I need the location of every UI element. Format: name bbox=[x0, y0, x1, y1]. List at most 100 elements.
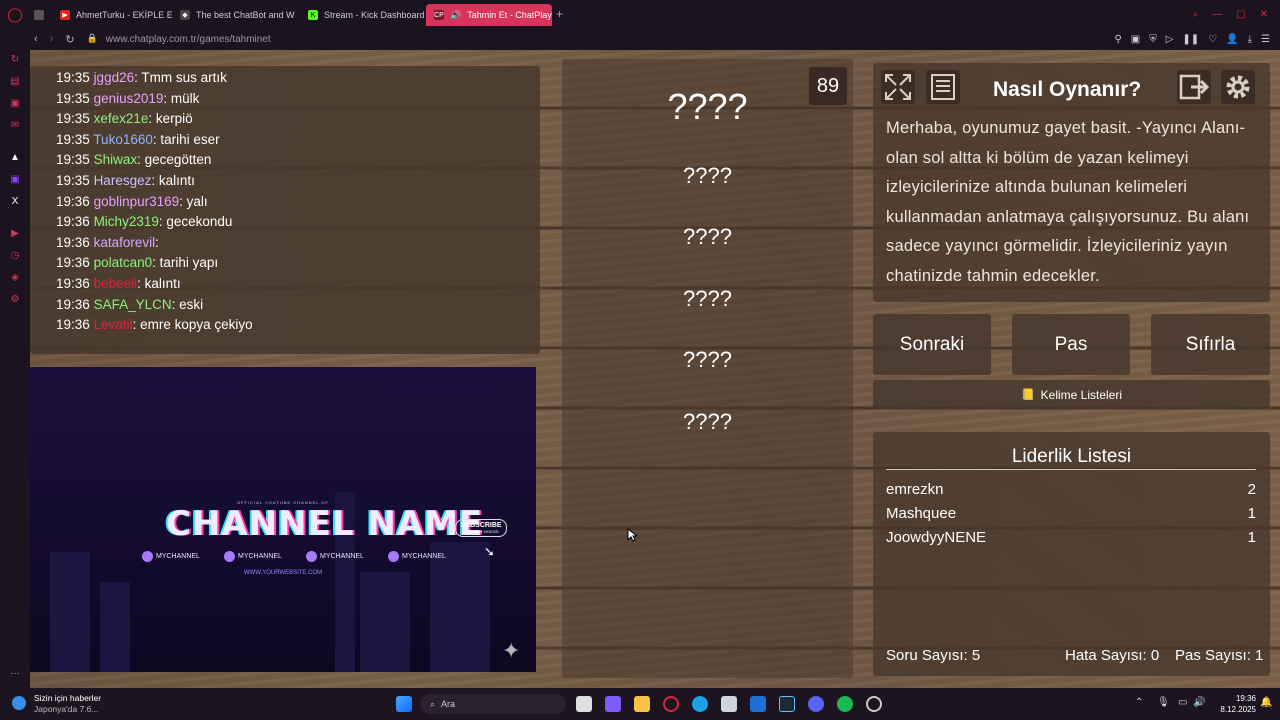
profile-icon[interactable]: 👤 bbox=[1226, 34, 1238, 45]
x-icon[interactable]: X bbox=[9, 196, 21, 208]
word-lists-button[interactable]: 📒 Kelime Listeleri bbox=[873, 380, 1270, 409]
windows-start-icon[interactable] bbox=[396, 696, 412, 712]
exit-button[interactable] bbox=[1177, 70, 1211, 104]
chat-username[interactable]: Shiwax bbox=[94, 152, 138, 167]
steam-icon[interactable] bbox=[779, 696, 795, 712]
task-view-icon[interactable] bbox=[576, 696, 592, 712]
volume-icon[interactable]: 🔊 bbox=[1193, 697, 1205, 708]
player-icon[interactable]: ▶ bbox=[9, 228, 21, 240]
chat-time: 19:36 bbox=[56, 193, 90, 209]
exit-icon bbox=[1179, 74, 1210, 100]
reset-button[interactable]: Sıfırla bbox=[1151, 314, 1270, 375]
fullscreen-icon bbox=[885, 74, 911, 100]
settings-button[interactable] bbox=[1221, 70, 1255, 104]
player-name: Mashquee bbox=[886, 505, 957, 522]
pass-button[interactable]: Pas bbox=[1012, 314, 1130, 375]
chat-username[interactable]: polatcan0 bbox=[94, 255, 153, 270]
heart-icon[interactable]: ♡ bbox=[1208, 34, 1217, 45]
maximize-icon[interactable]: ▢ bbox=[1236, 9, 1245, 20]
twitch-icon[interactable]: ▣ bbox=[9, 174, 21, 186]
discord-icon[interactable] bbox=[808, 696, 824, 712]
news-widget[interactable]: Sizin için haberler Japonya'da 7.6... bbox=[34, 693, 101, 715]
gear-icon bbox=[1226, 75, 1250, 99]
skyline-building bbox=[360, 572, 410, 672]
edge-icon[interactable] bbox=[692, 696, 708, 712]
download-icon[interactable]: ⤓ bbox=[1248, 34, 1252, 45]
extensions-icon[interactable]: ◈ bbox=[9, 272, 21, 284]
close-icon[interactable]: ✕ bbox=[1260, 9, 1268, 20]
chevron-up-icon[interactable]: ⌃ bbox=[1135, 697, 1143, 708]
play-icon[interactable]: ▷ bbox=[1166, 34, 1174, 45]
tab-kick[interactable]: K Stream - Kick Dashboard bbox=[300, 4, 426, 26]
leaderboard-row: JoowdyyNENE 1 bbox=[886, 529, 1256, 546]
back-icon[interactable]: ‹ bbox=[34, 33, 38, 46]
next-button[interactable]: Sonraki bbox=[873, 314, 991, 375]
chat-username[interactable]: genius2019 bbox=[94, 91, 164, 106]
mail-icon[interactable]: ✉ bbox=[9, 120, 21, 132]
copilot-icon[interactable] bbox=[605, 696, 621, 712]
chat-username[interactable]: bebeeli bbox=[94, 276, 138, 291]
tab-youtube[interactable]: ▶ AhmetTurku - EKİPLE ESK bbox=[52, 4, 172, 26]
microphone-icon[interactable]: 🎙 bbox=[1157, 697, 1170, 708]
forward-icon[interactable]: › bbox=[50, 33, 54, 46]
notebook-icon: 📒 bbox=[1020, 389, 1035, 401]
opera-gx-icon[interactable] bbox=[663, 696, 679, 712]
browser-tools: ⚲ ▣ ⛨ ▷ ❚❚ ♡ 👤 ⤓ ☰ bbox=[1114, 34, 1280, 45]
chat-username[interactable]: goblinpur3169 bbox=[94, 194, 180, 209]
streamer-video[interactable]: OFFICIAL YOUTUBE CHANNEL OF CHANNEL NAME… bbox=[30, 367, 536, 672]
messenger-icon[interactable]: ▣ bbox=[9, 98, 21, 110]
chat-username[interactable]: jggd26 bbox=[94, 70, 135, 85]
chat-text: : gecegötten bbox=[137, 152, 212, 168]
opera-logo-icon[interactable]: ◯ bbox=[0, 0, 30, 28]
pin-icon[interactable]: ⚲ bbox=[1114, 34, 1121, 45]
tab-chatplay[interactable]: CP 🔊 Tahmin Et - ChatPlay bbox=[426, 4, 552, 26]
chat-username[interactable]: SAFA_YLCN bbox=[94, 297, 172, 312]
search-icon[interactable]: ⌕ bbox=[1193, 9, 1199, 20]
ai-icon[interactable]: ▲ bbox=[9, 152, 21, 164]
app-icon[interactable] bbox=[866, 696, 882, 712]
clock[interactable]: 19:36 8.12.2025 bbox=[1206, 693, 1256, 715]
question-count: Soru Sayısı: 5 bbox=[886, 647, 981, 664]
menu-icon[interactable]: ☰ bbox=[1261, 34, 1270, 45]
chat-text: : bbox=[155, 234, 159, 250]
notification-icon[interactable]: 🔔 bbox=[1260, 697, 1272, 708]
mail-icon[interactable] bbox=[750, 696, 766, 712]
chat-username[interactable]: Levatil bbox=[94, 317, 133, 332]
rules-button[interactable] bbox=[926, 70, 960, 104]
browser-icon[interactable] bbox=[30, 4, 52, 26]
more-icon[interactable]: ··· bbox=[9, 668, 21, 680]
new-tab-button[interactable]: + bbox=[556, 7, 563, 21]
player-score: 2 bbox=[1247, 481, 1256, 498]
forbidden-word: ???? bbox=[683, 409, 732, 434]
chat-message: 19:36 Levatil: emre kopya çekiyo bbox=[56, 317, 253, 332]
minimize-icon[interactable]: — bbox=[1212, 9, 1222, 20]
chat-username[interactable]: kataforevil bbox=[94, 235, 156, 250]
news-icon[interactable] bbox=[12, 696, 26, 710]
shield-icon[interactable]: ⛨ bbox=[1149, 34, 1157, 45]
url-field[interactable]: www.chatplay.com.tr/games/tahminet bbox=[106, 34, 271, 45]
store-icon[interactable] bbox=[721, 696, 737, 712]
history-icon[interactable]: ◷ bbox=[9, 250, 21, 262]
spotify-icon[interactable] bbox=[837, 696, 853, 712]
bag-icon[interactable]: ▤ bbox=[9, 76, 21, 88]
chat-message: 19:36 Michy2319: gecekondu bbox=[56, 214, 232, 229]
reload-icon[interactable]: ↻ bbox=[65, 33, 74, 46]
chat-time: 19:36 bbox=[56, 317, 90, 333]
refresh-icon[interactable]: ↻ bbox=[9, 54, 21, 66]
settings-icon[interactable]: ⚙ bbox=[9, 294, 21, 306]
snapshot-icon[interactable]: ▣ bbox=[1131, 34, 1140, 45]
tab-chatbot[interactable]: ◆ The best ChatBot and W bbox=[172, 4, 300, 26]
network-icon[interactable]: ▭ bbox=[1178, 697, 1187, 708]
pause-icon[interactable]: ❚❚ bbox=[1182, 34, 1199, 45]
chat-username[interactable]: Michy2319 bbox=[94, 214, 159, 229]
chat-username[interactable]: Tuko1660 bbox=[93, 132, 153, 147]
chat-text: : tarihi eser bbox=[152, 131, 220, 147]
chat-time: 19:36 bbox=[56, 214, 90, 230]
taskbar-search[interactable]: ⌕ Ara bbox=[420, 694, 566, 714]
fullscreen-button[interactable] bbox=[881, 70, 915, 104]
chatbot-icon: ◆ bbox=[180, 10, 190, 20]
chat-username[interactable]: Haresgez bbox=[94, 173, 152, 188]
file-explorer-icon[interactable] bbox=[634, 696, 650, 712]
chat-username[interactable]: xefex21e bbox=[94, 111, 149, 126]
chat-time: 19:35 bbox=[56, 152, 90, 168]
